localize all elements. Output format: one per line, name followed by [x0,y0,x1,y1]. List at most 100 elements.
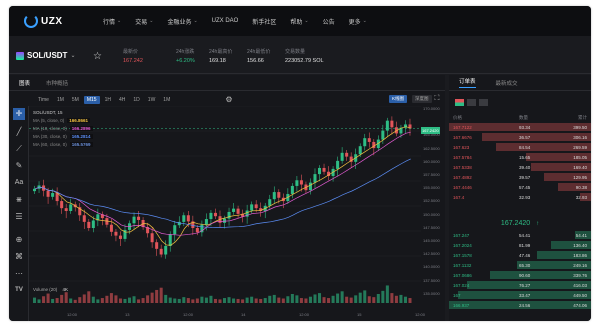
ray-icon[interactable]: ⟋ [13,143,25,155]
timeframe-option[interactable]: 4H [116,96,128,104]
nav-item-label: 新手社区 [252,19,277,26]
nav-item-7[interactable]: 更多 ⌄ [349,17,367,26]
bid-row[interactable]: 167.0686 90.60 339.76 [449,271,591,280]
volume-bar [87,291,91,303]
stat-value: 223052.79 SOL [285,58,324,64]
ask-row[interactable]: 167.6676 36.57 306.16 [449,133,591,142]
nav-item-6[interactable]: 公告 [323,17,335,26]
nav-item-1[interactable]: 交易 ⌄ [135,17,153,26]
volume-bar [150,292,154,303]
bid-row[interactable]: 167.024 76.27 416.03 [449,281,591,290]
volume-bar [177,298,181,303]
nav-item-3[interactable]: UZX DAO [212,17,239,26]
brush-icon[interactable]: ✎ [13,160,25,172]
ask-row[interactable]: 167.4 32.93 32.93 [449,193,591,202]
pattern-icon[interactable]: ⋇ [13,194,25,206]
ask-row[interactable]: 167.5338 39.40 169.40 [449,163,591,172]
timeframe-option[interactable]: 1W [145,96,159,104]
volume-bar [394,295,398,303]
symbol-selector[interactable]: SOL/USDT ⌄ [16,51,75,60]
zoom-in-icon[interactable]: ⊕ [13,234,25,246]
book-both-icon[interactable] [455,99,464,106]
tab-overview[interactable]: 市种概括 [46,79,68,87]
volume-bar [367,296,371,303]
ask-row[interactable]: 167.4446 57.45 90.38 [449,183,591,192]
tab-chart[interactable]: 图表 [19,79,30,87]
volume-bar [354,295,358,303]
time-axis: 12:00 13 12:00 14 12:00 15 12:00 [29,310,425,320]
candle-body [272,192,276,200]
timeframe-option[interactable]: 1D [130,96,142,104]
book-qty: 47.46 [519,252,531,258]
ruler-icon[interactable]: ⌘ [13,251,25,263]
favorite-star-icon[interactable]: ☆ [93,51,102,62]
fib-icon[interactable]: ☰ [13,211,25,223]
nav-item-0[interactable]: 行情 ⌄ [103,17,121,26]
kline-button[interactable]: K线图 [389,95,408,103]
time-tick-label: 15 [357,312,362,317]
volume-bar [223,298,227,303]
nav-item-5[interactable]: 帮助 ⌄ [290,17,308,26]
tab-recent-trades[interactable]: 最新成交 [496,79,518,87]
book-price: 166.937 [453,302,470,308]
candle-body [55,193,59,202]
bid-row[interactable]: 166.937 24.56 474.06 [449,301,591,310]
text-icon[interactable]: Aa [13,177,25,189]
volume-bar [372,297,376,303]
bid-row[interactable]: 167.1132 65.30 249.16 [449,261,591,270]
depth-button[interactable]: 深度图 [412,95,432,103]
more-icon[interactable]: ⋯ [13,268,25,280]
settings-gear-icon[interactable]: ⚙ [223,94,235,106]
volume-bar [128,297,132,303]
tab-orderbook[interactable]: 订单表 [459,77,476,88]
ask-row[interactable]: 167.7122 93.34 399.50 [449,123,591,132]
crosshair-icon[interactable]: ✛ [13,108,25,120]
fullscreen-icon[interactable]: ⛶ [432,94,442,104]
time-tick-label: 12:00 [183,312,194,317]
book-asks-icon[interactable] [467,99,476,106]
volume-bar [109,293,113,303]
bid-row[interactable]: 167.2024 81.99 136.40 [449,241,591,250]
volume-bar [376,294,380,303]
candle-body [60,201,64,209]
bid-row[interactable]: 167.1578 47.46 183.86 [449,251,591,260]
timeframe-option[interactable]: 5M [69,96,82,104]
nav-item-4[interactable]: 新手社区 [252,17,276,26]
legend-ma: MA (60, close, 0) 165.5769 [33,140,93,148]
timeframe-option[interactable]: 1M [160,96,173,104]
ma-line-30 [35,158,411,228]
volume-legend: Volume (20) 4K [33,287,68,292]
timeframe-option[interactable]: M15 [83,95,100,104]
volume-bar [55,298,59,303]
volume-bar [345,296,349,303]
logo[interactable]: UZX [24,14,79,28]
book-layout-icons [455,99,488,106]
tradingview-logo-icon: TV [15,287,23,293]
legend-value: 165.2814 [69,133,93,139]
bid-row[interactable]: 167.247 54.41 54.41 [449,231,591,240]
ask-row[interactable]: 167.5784 15.65 185.05 [449,153,591,162]
trendline-icon[interactable]: ╱ [13,126,25,138]
stat-label: 24h最高价 [209,49,233,55]
book-price: 167.247 [453,232,470,238]
volume-bar [155,289,159,303]
candle-body [204,219,208,225]
nav-item-2[interactable]: 金融业务 ⌄ [167,17,197,26]
ask-row[interactable]: 167.4892 39.57 129.95 [449,173,591,182]
legend-value: 165.5769 [69,141,93,147]
bid-row[interactable]: 167 33.47 449.50 [449,291,591,300]
timeframe-option[interactable]: 1H [102,96,114,104]
timeframe-option[interactable]: 1M [54,96,67,104]
volume-bar [64,292,68,303]
candle-body [268,199,272,206]
ask-row[interactable]: 167.623 84.54 269.59 [449,143,591,152]
last-price-tag: 167.2420 [421,127,440,134]
volume-bar [245,297,249,303]
candle-body [114,231,118,236]
price-tick-label: 142.5000 [423,251,440,257]
timeframe-option[interactable]: Time [35,96,52,104]
orderbook-tabs: 订单表 最新成交 [449,75,591,91]
book-bids-icon[interactable] [479,99,488,106]
candle-body [213,212,217,217]
time-tick-label: 14 [241,312,246,317]
